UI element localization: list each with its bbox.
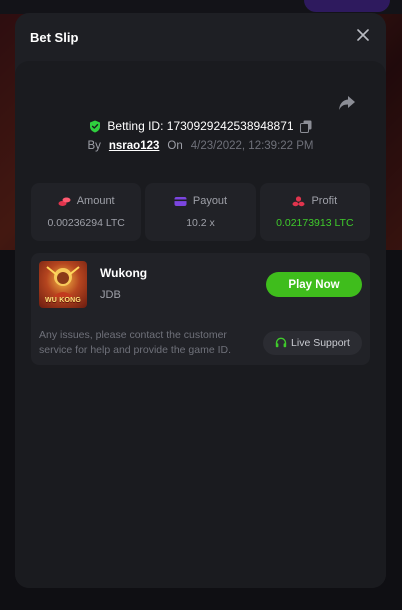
bet-date: 4/23/2022, 12:39:22 PM: [190, 140, 314, 152]
close-icon[interactable]: [356, 29, 370, 43]
profit-label: Profit: [311, 195, 338, 207]
amount-stat: Amount 0.00236294 LTC: [31, 183, 142, 241]
payout-label: Payout: [192, 195, 228, 207]
payout-value: 10.2 x: [186, 217, 215, 229]
bet-details-panel: Betting ID: 1730929242538948871 By nsrao…: [15, 61, 386, 588]
profit-icon: [292, 195, 305, 207]
live-support-label: Live Support: [291, 337, 350, 349]
by-label: By: [87, 140, 101, 152]
bet-meta-row: By nsrao123 On 4/23/2022, 12:39:22 PM: [15, 140, 386, 152]
bet-stats: Amount 0.00236294 LTC Payout 10.2 x Prof…: [31, 183, 370, 241]
support-text: Any issues, please contact the customer …: [39, 329, 232, 356]
game-card: WU KONG Wukong JDB Play Now Any issues, …: [31, 253, 370, 365]
on-label: On: [167, 140, 183, 152]
amount-label: Amount: [76, 195, 115, 207]
live-support-button[interactable]: Live Support: [263, 331, 362, 355]
betting-id: Betting ID: 1730929242538948871: [107, 119, 294, 133]
game-name[interactable]: Wukong: [100, 266, 147, 280]
share-icon[interactable]: [338, 95, 356, 111]
profit-stat: Profit 0.02173913 LTC: [259, 183, 370, 241]
coins-icon: [58, 196, 71, 207]
headset-icon: [275, 337, 287, 349]
bet-slip-modal: Bet Slip Betting ID: 1730929242538948871…: [15, 13, 386, 588]
shield-check-icon: [89, 120, 101, 133]
username-link[interactable]: nsrao123: [109, 140, 160, 152]
payout-stat: Payout 10.2 x: [145, 183, 256, 241]
profit-value: 0.02173913 LTC: [276, 217, 354, 229]
game-provider: JDB: [100, 289, 121, 301]
modal-title: Bet Slip: [30, 30, 79, 45]
play-now-button[interactable]: Play Now: [266, 272, 362, 297]
betting-id-row: Betting ID: 1730929242538948871: [15, 119, 386, 133]
wallet-icon: [174, 196, 187, 207]
copy-icon[interactable]: [299, 120, 312, 133]
amount-value: 0.00236294 LTC: [47, 217, 125, 229]
game-thumbnail[interactable]: WU KONG: [39, 261, 87, 308]
game-thumbnail-text: WU KONG: [44, 297, 81, 304]
